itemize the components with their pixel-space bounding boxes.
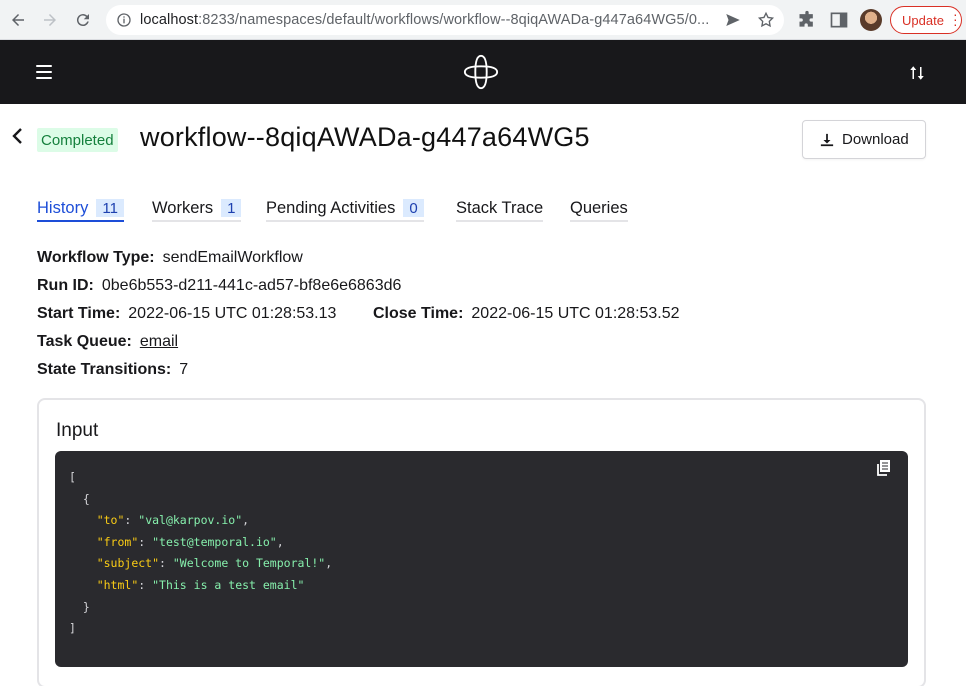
task-queue-row: Task Queue: email (37, 333, 178, 351)
tab-count: 0 (403, 199, 424, 217)
state-transitions-row: State Transitions: 7 (37, 361, 188, 379)
sort-icon[interactable] (908, 64, 926, 82)
detail-label: Workflow Type: (37, 249, 155, 266)
copy-icon[interactable] (875, 459, 893, 477)
state-transitions-value: 7 (179, 361, 189, 378)
task-queue-link[interactable]: email (140, 333, 178, 350)
json-content: [ { "to": "val@karpov.io", "from": "test… (69, 470, 333, 636)
start-time-value: 2022-06-15 UTC 01:28:53.13 (128, 305, 337, 322)
json-key: "to" (96, 513, 125, 528)
workflow-type-value: sendEmailWorkflow (162, 249, 303, 266)
tab-label: Stack Trace (456, 198, 544, 217)
json-brace: } (82, 599, 90, 614)
json-value: "This is a test email" (152, 577, 305, 592)
json-key: "subject" (96, 556, 160, 571)
run-id-row: Run ID: 0be6b553-d211-441c-ad57-bf8e6e686… (37, 277, 401, 295)
menu-icon[interactable] (36, 65, 52, 79)
download-icon (820, 133, 834, 146)
download-button[interactable]: Download (802, 120, 926, 159)
tab-pending-activities[interactable]: Pending Activities 0 (266, 198, 424, 222)
start-time-row: Start Time: 2022-06-15 UTC 01:28:53.13 (37, 305, 336, 323)
tab-queries[interactable]: Queries (570, 198, 628, 222)
json-value: "test@temporal.io" (152, 534, 277, 549)
close-time-row: Close Time: 2022-06-15 UTC 01:28:53.52 (373, 305, 680, 323)
url-host: localhost (140, 12, 199, 28)
json-bracket: ] (69, 621, 76, 636)
close-time-value: 2022-06-15 UTC 01:28:53.52 (471, 305, 680, 322)
workflow-type-row: Workflow Type: sendEmailWorkflow (37, 249, 303, 267)
back-arrow-icon[interactable] (6, 8, 30, 32)
json-bracket: [ (69, 470, 76, 484)
browser-toolbar: localhost:8233/namespaces/default/workfl… (0, 0, 966, 40)
info-icon[interactable] (116, 12, 132, 28)
json-key: "html" (96, 577, 139, 592)
temporal-logo[interactable] (462, 53, 500, 91)
download-label: Download (842, 131, 909, 148)
reload-icon[interactable] (71, 8, 95, 32)
tab-label: Queries (570, 198, 628, 217)
status-badge: Completed (37, 128, 118, 152)
json-comma: , (325, 556, 333, 571)
detail-label: Start Time: (37, 305, 121, 322)
more-vert-icon[interactable]: · · · (953, 7, 958, 31)
json-comma: , (276, 534, 284, 549)
page-title: workflow--8qiqAWADa-g447a64WG5 (140, 122, 590, 152)
update-button[interactable]: Update · · · (890, 6, 962, 34)
tab-count: 1 (221, 199, 242, 217)
json-key: "from" (96, 534, 139, 549)
input-code-block[interactable]: [ { "to": "val@karpov.io", "from": "test… (55, 451, 908, 667)
detail-label: Run ID: (37, 277, 94, 294)
json-value: "val@karpov.io" (138, 513, 243, 528)
url-text: localhost:8233/namespaces/default/workfl… (140, 12, 720, 28)
json-comma: , (242, 513, 250, 528)
detail-label: Task Queue: (37, 333, 132, 350)
tab-label: Workers (152, 198, 214, 217)
url-path: :8233/namespaces/default/workflows/workf… (198, 12, 710, 28)
update-label: Update (902, 12, 944, 28)
run-id-value: 0be6b553-d211-441c-ad57-bf8e6e6863d6 (101, 277, 402, 294)
tab-history[interactable]: History 11 (37, 198, 124, 222)
json-value: "Welcome to Temporal!" (172, 556, 326, 571)
input-card: Input [ { "to": "val@karpov.io", "from":… (37, 398, 926, 686)
address-bar[interactable]: localhost:8233/namespaces/default/workfl… (106, 5, 784, 35)
star-icon[interactable] (757, 11, 775, 29)
tab-workers[interactable]: Workers 1 (152, 198, 242, 222)
extensions-icon[interactable] (797, 10, 817, 30)
send-icon[interactable] (724, 11, 742, 29)
side-panel-icon[interactable] (829, 10, 849, 30)
app-header (0, 40, 966, 104)
detail-label: Close Time: (373, 305, 464, 322)
json-brace: { (82, 491, 90, 506)
tab-label: Pending Activities (266, 198, 396, 217)
detail-label: State Transitions: (37, 361, 172, 378)
tab-label: History (37, 198, 89, 217)
tab-stack-trace[interactable]: Stack Trace (456, 198, 544, 222)
avatar[interactable] (860, 9, 882, 31)
forward-arrow-icon[interactable] (38, 8, 62, 32)
input-title: Input (56, 420, 99, 441)
chevron-left-icon[interactable] (10, 126, 26, 146)
tab-count: 11 (96, 199, 124, 217)
